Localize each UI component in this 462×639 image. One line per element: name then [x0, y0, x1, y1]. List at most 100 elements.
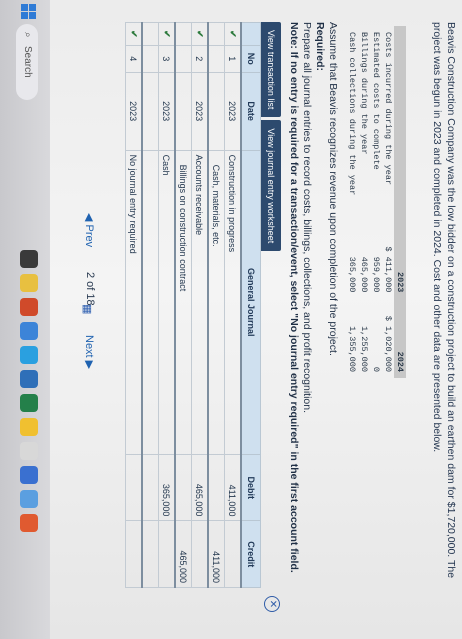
credit-amount: [125, 520, 142, 588]
journal-header-credit: Credit: [241, 520, 261, 588]
data-label: Cash collections during the year: [347, 32, 357, 196]
question-counter: 2 of 18: [84, 272, 96, 306]
data-row: Billings during the year 465,000 1,255,0…: [358, 26, 370, 378]
view-journal-entry-worksheet-button[interactable]: View journal entry worksheet: [261, 120, 281, 252]
search-icon: ⌕: [22, 32, 33, 38]
app-icon[interactable]: [20, 322, 38, 340]
search-label: Search: [22, 46, 33, 78]
assignment-page: Beavis Construction Company was the low …: [50, 0, 462, 639]
check-icon: ✔: [224, 22, 241, 46]
data-row: Cash collections during the year 365,000…: [346, 26, 358, 378]
entry-number: 1: [224, 45, 241, 73]
data-header-2023: 2023: [394, 230, 406, 299]
next-button[interactable]: Next ▶: [83, 335, 96, 369]
app-icon[interactable]: [20, 514, 38, 532]
app-icon[interactable]: [20, 250, 38, 268]
app-icon[interactable]: [20, 394, 38, 412]
check-icon: ✔: [125, 22, 142, 46]
account-name: Accounts receivable: [191, 150, 208, 455]
data-row: Estimated costs to complete 959,000 0: [370, 26, 382, 378]
data-label: Billings during the year: [359, 32, 369, 155]
data-header-2024: 2024: [394, 298, 406, 378]
assumption-text: Assume that Beavis recognizes revenue up…: [327, 22, 339, 356]
check-icon: ✔: [191, 22, 208, 46]
entry-date: [208, 72, 225, 151]
instructions: Assume that Beavis recognizes revenue up…: [287, 22, 339, 622]
app-icon[interactable]: [20, 370, 38, 388]
journal-header-check: [241, 22, 261, 46]
cost-data-table: 2023 2024 Costs incurred during the year…: [346, 26, 406, 378]
entry-number: 3: [158, 45, 175, 73]
entry-number: [208, 45, 225, 73]
entry-number: [142, 45, 159, 73]
question-navigation: ◀ Prev 2 of 18 ▦ Next ▶: [76, 0, 96, 639]
journal-row[interactable]: ✔ 3 2023 Cash 365,000: [158, 22, 175, 588]
journal-row[interactable]: Cash, materials, etc. 411,000: [208, 22, 225, 588]
data-row: Costs incurred during the year $ 411,000…: [382, 26, 394, 378]
account-name: [142, 150, 159, 455]
data-value-2024: $ 1,020,000: [383, 315, 393, 372]
app-icon[interactable]: [20, 418, 38, 436]
journal-row[interactable]: [142, 22, 159, 588]
rotated-screen: Beavis Construction Company was the low …: [0, 0, 462, 639]
journal-row[interactable]: ✔ 2 2023 Accounts receivable 465,000: [191, 22, 208, 588]
journal-header-general-journal: General Journal: [241, 150, 261, 455]
account-name: Cash: [158, 150, 175, 455]
entry-date: [142, 72, 159, 151]
windows-start-icon[interactable]: [20, 4, 36, 20]
close-icon[interactable]: ✕: [264, 596, 280, 612]
debit-amount: [208, 454, 225, 521]
check-cell: [142, 22, 159, 46]
note-text: Note: If no entry is required for a tran…: [288, 22, 300, 573]
account-name: Cash, materials, etc.: [208, 150, 225, 455]
debit-amount: 465,000: [191, 454, 208, 521]
entry-date: 2023: [191, 72, 208, 151]
taskbar-apps: [20, 250, 38, 532]
journal-header-date: Date: [241, 72, 261, 151]
credit-amount: [224, 520, 241, 588]
taskbar-search[interactable]: ⌕ Search: [16, 24, 38, 100]
data-value-2023: 365,000: [347, 256, 357, 293]
app-icon[interactable]: [20, 274, 38, 292]
credit-amount: [158, 520, 175, 588]
account-name: Construction in progress: [224, 150, 241, 455]
data-value-2023: 959,000: [371, 256, 381, 293]
required-label: Required:: [314, 22, 326, 72]
next-label: Next: [83, 335, 95, 358]
app-icon[interactable]: [20, 466, 38, 484]
app-icon[interactable]: [20, 298, 38, 316]
entry-number: [175, 45, 192, 73]
problem-intro: Beavis Construction Company was the low …: [431, 22, 457, 579]
journal-table: No Date General Journal Debit Credit ✔ 1…: [125, 22, 261, 588]
check-cell: [175, 22, 192, 46]
data-value-2024: 1,355,000: [347, 326, 357, 372]
credit-amount: 465,000: [175, 520, 192, 588]
taskbar: ⌕ Search: [0, 0, 50, 639]
data-value-2023: $ 411,000: [383, 246, 393, 293]
data-value-2024: 1,255,000: [359, 326, 369, 372]
data-header-blank: [394, 26, 406, 231]
prev-button[interactable]: ◀ Prev: [83, 213, 96, 247]
debit-amount: [125, 454, 142, 521]
grid-icon[interactable]: ▦: [81, 304, 94, 314]
credit-amount: [191, 520, 208, 588]
check-cell: [208, 22, 225, 46]
data-label: Costs incurred during the year: [383, 32, 393, 186]
app-icon[interactable]: [20, 346, 38, 364]
required-text: Prepare all journal entries to record co…: [301, 22, 313, 414]
journal-row[interactable]: ✔ 1 2023 Construction in progress 411,00…: [224, 22, 241, 588]
entry-date: 2023: [158, 72, 175, 151]
app-icon[interactable]: [20, 490, 38, 508]
view-transaction-list-button[interactable]: View transaction list: [261, 22, 281, 118]
prev-label: Prev: [83, 224, 95, 248]
credit-amount: [142, 520, 159, 588]
journal-row[interactable]: Billings on construction contract 465,00…: [175, 22, 192, 588]
journal-row[interactable]: ✔ 4 2023 No journal entry required: [125, 22, 142, 588]
entry-date: [175, 72, 192, 151]
entry-date: 2023: [224, 72, 241, 151]
account-name: No journal entry required: [125, 150, 142, 455]
journal-header-no: No: [241, 45, 261, 73]
data-value-2023: 465,000: [359, 256, 369, 293]
app-icon[interactable]: [20, 442, 38, 460]
data-label: Estimated costs to complete: [371, 32, 381, 170]
